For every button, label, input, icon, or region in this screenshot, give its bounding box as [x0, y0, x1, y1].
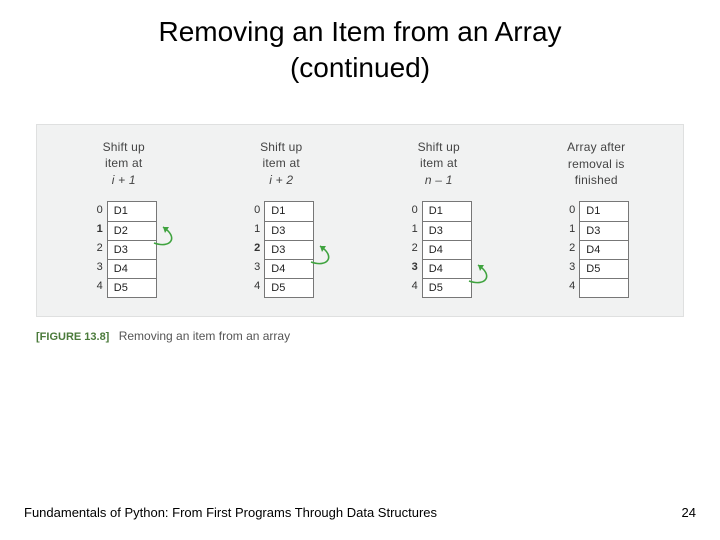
column-header: Array after removal is finished [567, 137, 625, 191]
title-line-2: (continued) [290, 52, 430, 83]
array-cell: D4 [265, 259, 313, 278]
figure-column: Array after removal is finished 0 1 2 3 … [532, 137, 662, 298]
array-cell: D3 [580, 221, 628, 240]
slide-footer: Fundamentals of Python: From First Progr… [24, 505, 696, 520]
column-header: Shift up item at i + 2 [260, 137, 302, 191]
array-cell [580, 278, 628, 297]
array-cell: D3 [265, 221, 313, 240]
cells: D1 D3 D4 D5 [579, 201, 629, 298]
array-cell: D4 [423, 259, 471, 278]
footer-text: Fundamentals of Python: From First Progr… [24, 505, 437, 520]
array-cell: D5 [580, 259, 628, 278]
array-cell: D3 [265, 240, 313, 259]
cells: D1 D3 D4 D4 D5 [422, 201, 472, 298]
array: 0 1 2 3 4 D1 D3 D4 D4 D5 [406, 201, 472, 298]
array-cell: D1 [423, 202, 471, 221]
array-cell: D4 [423, 240, 471, 259]
shift-arrow-icon [466, 257, 506, 297]
figure-column: Shift up item at i + 1 0 1 2 3 4 D1 D2 [59, 137, 189, 298]
array-cell: D1 [265, 202, 313, 221]
slide: Removing an Item from an Array (continue… [0, 0, 720, 540]
array: 0 1 2 3 4 D1 D2 D3 D4 D5 [91, 201, 157, 298]
array-cell: D3 [423, 221, 471, 240]
page-number: 24 [682, 505, 696, 520]
figure-caption: [FIGURE 13.8] Removing an item from an a… [36, 329, 684, 343]
column-header: Shift up item at i + 1 [103, 137, 145, 191]
column-header: Shift up item at n – 1 [418, 137, 460, 191]
slide-title: Removing an Item from an Array (continue… [24, 14, 696, 86]
array-cell: D5 [265, 278, 313, 297]
figure-column: Shift up item at n – 1 0 1 2 3 4 D1 D3 [374, 137, 504, 298]
figure-tag: [FIGURE 13.8] [36, 331, 109, 343]
index-column: 0 1 2 3 4 [563, 201, 575, 296]
array: 0 1 2 3 4 D1 D3 D4 D5 [563, 201, 629, 298]
title-line-1: Removing an Item from an Array [158, 16, 561, 47]
index-column: 0 1 2 3 4 [91, 201, 103, 296]
array-cell: D3 [108, 240, 156, 259]
array-cell: D1 [108, 202, 156, 221]
figure-panel: Shift up item at i + 1 0 1 2 3 4 D1 D2 [36, 124, 684, 317]
cells: D1 D2 D3 D4 D5 [107, 201, 157, 298]
array-cell: D4 [108, 259, 156, 278]
array-cell: D4 [580, 240, 628, 259]
array-cell: D5 [108, 278, 156, 297]
figure-column: Shift up item at i + 2 0 1 2 3 4 D1 D3 [217, 137, 347, 298]
cells: D1 D3 D3 D4 D5 [264, 201, 314, 298]
index-column: 0 1 2 3 4 [406, 201, 418, 296]
array-cell: D5 [423, 278, 471, 297]
shift-arrow-icon [308, 238, 348, 278]
array-cell: D1 [580, 202, 628, 221]
figure-caption-text: Removing an item from an array [119, 329, 290, 343]
array: 0 1 2 3 4 D1 D3 D3 D4 D5 [248, 201, 314, 298]
array-cell: D2 [108, 221, 156, 240]
figure-columns: Shift up item at i + 1 0 1 2 3 4 D1 D2 [59, 137, 661, 298]
shift-arrow-icon [151, 219, 191, 259]
index-column: 0 1 2 3 4 [248, 201, 260, 296]
